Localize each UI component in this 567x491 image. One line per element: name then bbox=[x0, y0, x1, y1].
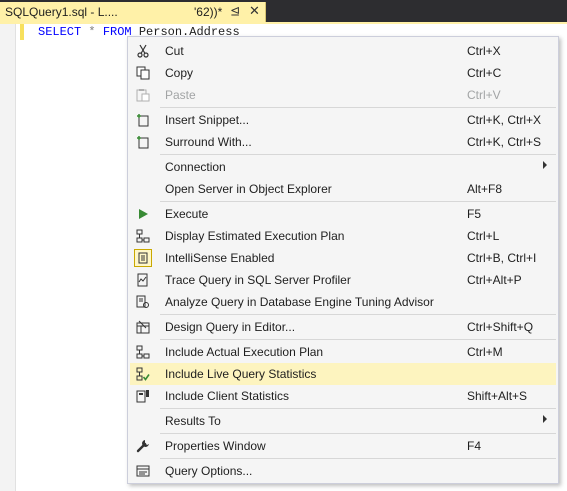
menu-label: Analyze Query in Database Engine Tuning … bbox=[165, 295, 434, 309]
menu-label: Execute bbox=[165, 207, 209, 221]
execution-plan-icon bbox=[135, 228, 151, 244]
menu-label: Properties Window bbox=[165, 439, 266, 453]
menu-label: Insert Snippet... bbox=[165, 113, 250, 127]
menu-separator bbox=[160, 107, 556, 108]
tab-title-suffix: '62))* bbox=[194, 5, 223, 19]
profiler-icon bbox=[135, 272, 151, 288]
copy-icon bbox=[135, 65, 151, 81]
menu-separator bbox=[160, 154, 556, 155]
menu-label: Cut bbox=[165, 44, 184, 58]
menu-item-design-query[interactable]: Design Query in Editor... Ctrl+Shift+Q bbox=[130, 316, 556, 338]
paste-icon bbox=[135, 87, 151, 103]
client-stats-icon bbox=[135, 388, 151, 404]
menu-shortcut: Ctrl+M bbox=[467, 345, 503, 359]
menu-label: Surround With... bbox=[165, 135, 252, 149]
surround-icon bbox=[135, 134, 151, 150]
menu-shortcut: Ctrl+Alt+P bbox=[467, 273, 522, 287]
menu-shortcut: Ctrl+L bbox=[467, 229, 500, 243]
menu-shortcut: Shift+Alt+S bbox=[467, 389, 528, 403]
menu-label: Include Actual Execution Plan bbox=[165, 345, 324, 359]
menu-shortcut: Ctrl+B, Ctrl+I bbox=[467, 251, 537, 265]
keyword-select: SELECT bbox=[38, 25, 82, 39]
menu-label: Display Estimated Execution Plan bbox=[165, 229, 345, 243]
menu-shortcut: F4 bbox=[467, 439, 482, 453]
intellisense-icon bbox=[134, 249, 152, 267]
menu-item-include-live-stats[interactable]: Include Live Query Statistics bbox=[130, 363, 556, 385]
menu-item-copy[interactable]: Copy Ctrl+C bbox=[130, 62, 556, 84]
menu-separator bbox=[160, 314, 556, 315]
actual-plan-icon bbox=[135, 344, 151, 360]
menu-shortcut: Alt+F8 bbox=[467, 182, 503, 196]
menu-item-include-client-stats[interactable]: Include Client Statistics Shift+Alt+S bbox=[130, 385, 556, 407]
context-menu: Cut Ctrl+X Copy Ctrl+C Paste Ctrl+V Inse… bbox=[127, 36, 559, 484]
menu-label: Include Client Statistics bbox=[165, 389, 290, 403]
submenu-arrow-icon bbox=[543, 415, 547, 423]
menu-item-surround-with[interactable]: Surround With... Ctrl+K, Ctrl+S bbox=[130, 131, 556, 153]
close-icon[interactable]: ✕ bbox=[249, 3, 260, 19]
tab-sqlquery1[interactable]: SQLQuery1.sql - L.... '62))* ⊴ ✕ bbox=[0, 2, 266, 22]
submenu-arrow-icon bbox=[543, 161, 547, 169]
menu-item-query-options[interactable]: Query Options... bbox=[130, 460, 556, 482]
asterisk: * bbox=[88, 25, 96, 39]
menu-item-connection[interactable]: Connection bbox=[130, 156, 556, 178]
editor-margin bbox=[0, 24, 16, 491]
menu-label: Include Live Query Statistics bbox=[165, 367, 317, 381]
menu-separator bbox=[160, 433, 556, 434]
menu-label: IntelliSense Enabled bbox=[165, 251, 275, 265]
menu-item-trace-query[interactable]: Trace Query in SQL Server Profiler Ctrl+… bbox=[130, 269, 556, 291]
menu-item-paste[interactable]: Paste Ctrl+V bbox=[130, 84, 556, 106]
menu-item-display-estimated-plan[interactable]: Display Estimated Execution Plan Ctrl+L bbox=[130, 225, 556, 247]
menu-shortcut: Ctrl+C bbox=[467, 66, 502, 80]
menu-item-insert-snippet[interactable]: Insert Snippet... Ctrl+K, Ctrl+X bbox=[130, 109, 556, 131]
menu-label: Paste bbox=[165, 88, 196, 102]
query-options-icon bbox=[135, 463, 151, 479]
menu-item-execute[interactable]: Execute F5 bbox=[130, 203, 556, 225]
menu-label: Trace Query in SQL Server Profiler bbox=[165, 273, 351, 287]
menu-label: Copy bbox=[165, 66, 194, 80]
menu-shortcut: Ctrl+X bbox=[467, 44, 501, 58]
tab-underline bbox=[0, 22, 567, 24]
pin-icon[interactable]: ⊴ bbox=[230, 4, 240, 18]
tuning-advisor-icon bbox=[135, 294, 151, 310]
menu-shortcut: F5 bbox=[467, 207, 482, 221]
menu-label: Results To bbox=[165, 414, 221, 428]
menu-item-intellisense[interactable]: IntelliSense Enabled Ctrl+B, Ctrl+I bbox=[130, 247, 556, 269]
wrench-icon bbox=[135, 438, 151, 454]
menu-item-results-to[interactable]: Results To bbox=[130, 410, 556, 432]
execute-icon bbox=[135, 206, 151, 222]
menu-separator bbox=[160, 339, 556, 340]
design-query-icon bbox=[135, 319, 151, 335]
menu-label: Design Query in Editor... bbox=[165, 320, 296, 334]
menu-label: Open Server in Object Explorer bbox=[165, 182, 332, 196]
snippet-icon bbox=[135, 112, 151, 128]
menu-shortcut: Ctrl+K, Ctrl+X bbox=[467, 113, 542, 127]
menu-separator bbox=[160, 201, 556, 202]
live-stats-icon bbox=[135, 366, 151, 382]
menu-separator bbox=[160, 458, 556, 459]
menu-separator bbox=[160, 408, 556, 409]
menu-item-analyze-query[interactable]: Analyze Query in Database Engine Tuning … bbox=[130, 291, 556, 313]
tab-title: SQLQuery1.sql - L.... bbox=[5, 5, 118, 19]
menu-item-properties-window[interactable]: Properties Window F4 bbox=[130, 435, 556, 457]
menu-shortcut: Ctrl+Shift+Q bbox=[467, 320, 534, 334]
scissors-icon bbox=[135, 43, 151, 59]
menu-item-open-server[interactable]: Open Server in Object Explorer Alt+F8 bbox=[130, 178, 556, 200]
menu-shortcut: Ctrl+V bbox=[467, 88, 501, 102]
menu-item-include-actual-plan[interactable]: Include Actual Execution Plan Ctrl+M bbox=[130, 341, 556, 363]
menu-item-cut[interactable]: Cut Ctrl+X bbox=[130, 40, 556, 62]
menu-label: Connection bbox=[165, 160, 226, 174]
menu-label: Query Options... bbox=[165, 464, 253, 478]
menu-shortcut: Ctrl+K, Ctrl+S bbox=[467, 135, 542, 149]
change-indicator bbox=[20, 24, 24, 40]
